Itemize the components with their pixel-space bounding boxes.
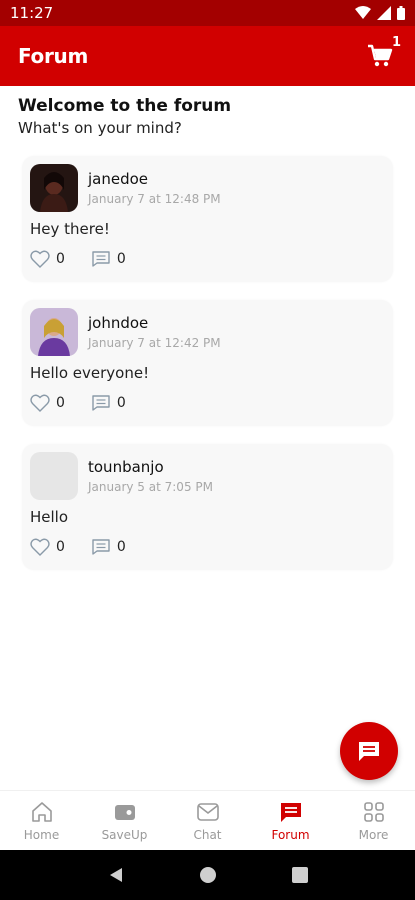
nav-label: More <box>358 827 389 842</box>
wallet-icon <box>114 804 135 820</box>
post-list: janedoe January 7 at 12:48 PM Hey there!… <box>22 156 393 588</box>
nav-saveup[interactable]: SaveUp <box>83 791 166 850</box>
home-icon <box>31 801 52 822</box>
cart-button[interactable]: 1 <box>363 35 401 73</box>
heart-icon <box>30 250 50 268</box>
cart-icon <box>368 44 393 67</box>
post-timestamp: January 7 at 12:42 PM <box>88 336 221 350</box>
home-circle-icon[interactable] <box>199 866 217 884</box>
post-actions: 0 0 <box>30 394 152 412</box>
system-nav-bar <box>0 850 415 900</box>
nav-forum[interactable]: Forum <box>249 791 332 850</box>
comment-count: 0 <box>116 395 126 411</box>
post-username[interactable]: janedoe <box>88 170 148 188</box>
post-actions: 0 0 <box>30 250 152 268</box>
avatar[interactable] <box>30 164 78 212</box>
post-body: Hey there! <box>30 220 110 238</box>
app-bar: Forum 1 <box>0 26 415 86</box>
like-count: 0 <box>56 539 65 555</box>
nav-more[interactable]: More <box>332 791 415 850</box>
post-actions: 0 0 <box>30 538 152 556</box>
nav-label: Chat <box>193 827 222 842</box>
comment-button[interactable]: 0 <box>91 538 126 556</box>
avatar-placeholder[interactable] <box>30 452 78 500</box>
comment-button[interactable]: 0 <box>91 250 126 268</box>
page-title: Forum <box>18 44 89 68</box>
recents-icon[interactable] <box>291 867 308 883</box>
nav-label: Forum <box>271 827 310 842</box>
post-username[interactable]: tounbanjo <box>88 458 164 476</box>
post-card[interactable]: janedoe January 7 at 12:48 PM Hey there!… <box>22 156 393 282</box>
comment-icon <box>92 395 110 411</box>
post-card[interactable]: tounbanjo January 5 at 7:05 PM Hello 0 0 <box>22 444 393 570</box>
like-count: 0 <box>56 395 65 411</box>
comment-count: 0 <box>116 539 126 555</box>
welcome-section: Welcome to the forum What's on your mind… <box>18 96 398 137</box>
heart-icon <box>30 538 50 556</box>
chat-bubble-icon <box>359 742 379 761</box>
status-icons <box>355 6 405 20</box>
status-bar: 11:27 <box>0 0 415 26</box>
nav-label: SaveUp <box>101 827 148 842</box>
back-icon[interactable] <box>107 866 125 884</box>
battery-icon <box>397 6 405 20</box>
post-body: Hello <box>30 508 69 526</box>
post-timestamp: January 7 at 12:48 PM <box>88 192 221 206</box>
post-timestamp: January 5 at 7:05 PM <box>88 480 213 494</box>
post-username[interactable]: johndoe <box>88 314 148 332</box>
signal-icon <box>377 6 391 20</box>
welcome-subtitle: What's on your mind? <box>18 119 182 137</box>
grid-icon <box>363 801 384 822</box>
heart-icon <box>30 394 50 412</box>
mail-icon <box>196 802 219 821</box>
comment-icon <box>92 251 110 267</box>
comment-icon <box>92 539 110 555</box>
status-time: 11:27 <box>10 4 54 22</box>
like-button[interactable]: 0 <box>30 538 65 556</box>
avatar[interactable] <box>30 308 78 356</box>
like-button[interactable]: 0 <box>30 250 65 268</box>
forum-icon <box>280 802 301 822</box>
nav-home[interactable]: Home <box>0 791 83 850</box>
nav-label: Home <box>23 827 60 842</box>
post-card[interactable]: johndoe January 7 at 12:42 PM Hello ever… <box>22 300 393 426</box>
bottom-nav: Home SaveUp Chat Forum More <box>0 790 415 850</box>
post-body: Hello everyone! <box>30 364 150 382</box>
welcome-title: Welcome to the forum <box>18 96 232 116</box>
new-post-button[interactable] <box>340 722 398 780</box>
cart-count-badge: 1 <box>391 35 401 50</box>
like-count: 0 <box>56 251 65 267</box>
wifi-icon <box>355 6 371 19</box>
like-button[interactable]: 0 <box>30 394 65 412</box>
comment-count: 0 <box>116 251 126 267</box>
comment-button[interactable]: 0 <box>91 394 126 412</box>
nav-chat[interactable]: Chat <box>166 791 249 850</box>
